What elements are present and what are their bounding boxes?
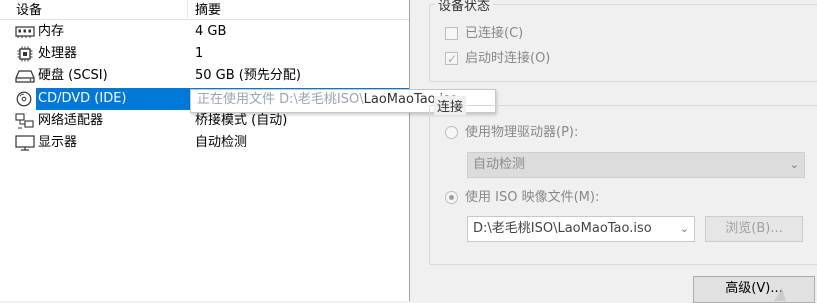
chevron-down-icon[interactable]: ⌄ [680,217,689,241]
physical-drive-radio[interactable] [445,126,458,139]
physical-drive-label: 使用物理驱动器(P): [465,125,579,140]
device-name: 显示器 [38,135,78,150]
display-icon [15,135,35,151]
connect-at-power-on-label: 启动时连接(O) [465,51,551,66]
physical-drive-value: 自动检测 [473,157,526,172]
device-name: 内存 [38,24,65,39]
hard-disk-icon [15,68,35,84]
processor-icon [15,46,35,62]
connection-title: 连接 [434,96,467,115]
list-header: 设备 摘要 [0,0,409,20]
tooltip-text-faded: 正在使用文件 D:\老毛桃ISO\ [197,92,364,107]
cd-dvd-icon [15,91,35,107]
header-summary[interactable]: 摘要 [195,0,221,18]
device-row-display[interactable]: 显示器 自动检测 [0,132,409,154]
header-device[interactable]: 设备 [16,0,42,18]
device-summary: 自动检测 [195,135,248,150]
checkmark-icon: ✓ [447,52,458,66]
browse-button[interactable]: 浏览(B)... [705,216,803,242]
connected-checkbox[interactable] [445,27,458,40]
device-name: 硬盘 (SCSI) [38,68,108,83]
device-name: 网络适配器 [38,113,104,128]
iso-path-combo[interactable]: D:\老毛桃ISO\LaoMaoTao.iso ⌄ [467,216,695,242]
chevron-down-icon: ⌄ [789,158,799,171]
network-adapter-icon [15,113,35,129]
connected-label: 已连接(C) [465,26,524,41]
memory-icon [15,24,35,40]
device-summary: 50 GB (预先分配) [195,68,301,83]
physical-drive-select[interactable]: 自动检测 ⌄ [467,152,805,178]
device-name: CD/DVD (IDE) [38,91,127,106]
radio-dot [449,195,454,200]
device-name: 处理器 [38,46,78,61]
iso-radio[interactable] [445,191,458,204]
watermark-logo-icon [774,288,786,301]
device-row-processor[interactable]: 处理器 1 [0,43,409,65]
device-row-network-adapter[interactable]: 网络适配器 桥接模式 (自动) [0,110,409,132]
iso-path-value: D:\老毛桃ISO\LaoMaoTao.iso [473,221,652,236]
connect-at-power-on-checkbox[interactable]: ✓ [445,52,458,66]
column-divider[interactable] [187,0,188,18]
device-row-hard-disk[interactable]: 硬盘 (SCSI) 50 GB (预先分配) [0,65,409,87]
device-list: 设备 摘要 内存 4 GB 处理器 1 硬盘 (SCSI) 50 GB (预先分… [0,0,410,301]
device-summary: 1 [195,46,204,61]
device-row-memory[interactable]: 内存 4 GB [0,21,409,43]
device-summary: 4 GB [195,24,227,39]
device-status-title: 设备状态 [435,0,494,14]
device-summary: 桥接模式 (自动) [195,113,288,128]
iso-label: 使用 ISO 映像文件(M): [465,190,600,205]
